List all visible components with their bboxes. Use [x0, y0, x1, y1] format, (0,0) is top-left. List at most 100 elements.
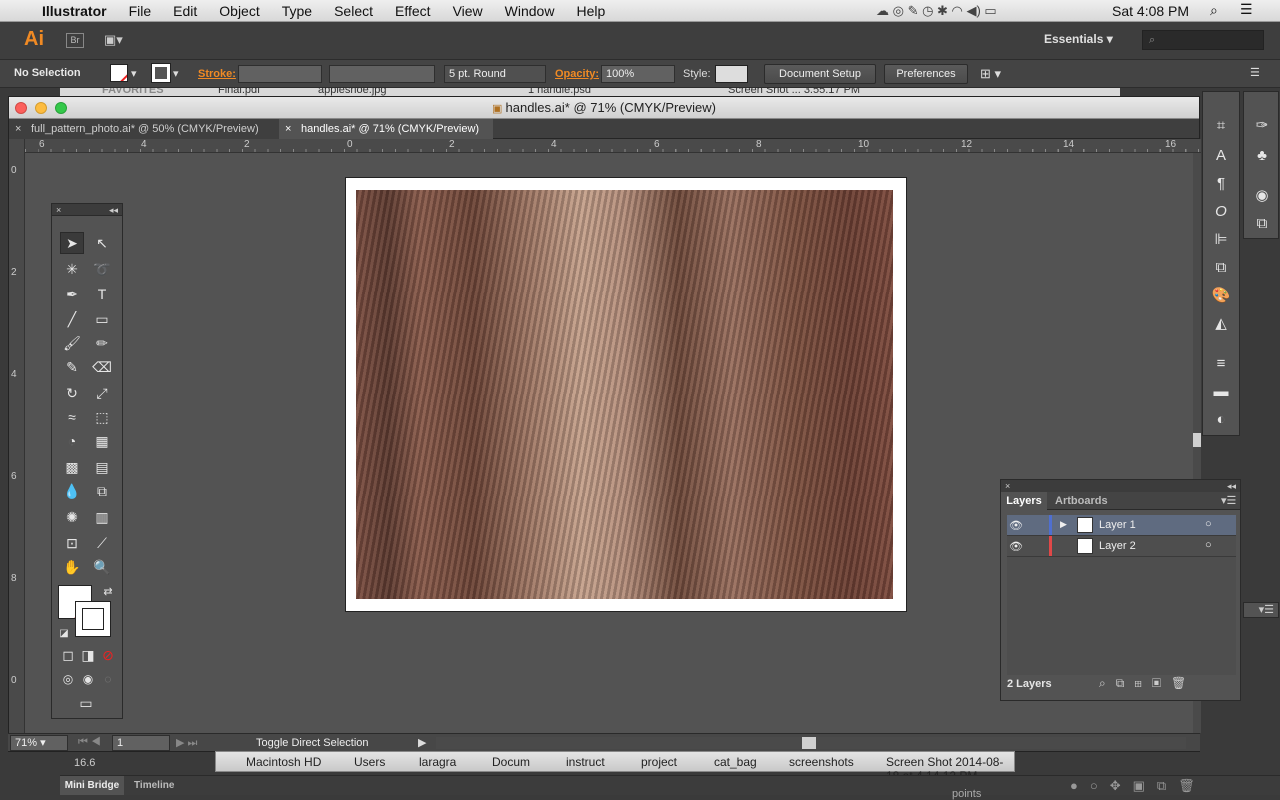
- paintbrush-tool-icon[interactable]: 🖌: [60, 332, 84, 354]
- layer-row[interactable]: 👁 Layer 2 ○: [1007, 536, 1236, 557]
- stroke-weight-field[interactable]: [238, 65, 322, 83]
- status-menu-arrow-icon[interactable]: ▶: [418, 736, 426, 749]
- preferences-button[interactable]: Preferences: [884, 64, 968, 84]
- artboard[interactable]: [345, 177, 907, 612]
- close-button[interactable]: [15, 102, 27, 114]
- workspace-switcher[interactable]: Essentials ▾: [1044, 32, 1113, 46]
- layers-panel-menu-icon[interactable]: ▾☰: [1221, 494, 1236, 507]
- document-setup-button[interactable]: Document Setup: [764, 64, 876, 84]
- stroke-color-box[interactable]: [75, 601, 111, 637]
- layer-name[interactable]: Layer 2: [1099, 540, 1136, 552]
- layers-panel-header[interactable]: × ◂◂: [1001, 480, 1240, 492]
- path-item[interactable]: instruct: [566, 755, 605, 769]
- zoom-tool-icon[interactable]: 🔍: [90, 556, 114, 578]
- arrange-documents-icon[interactable]: ▣▾: [104, 32, 130, 48]
- status-text[interactable]: Toggle Direct Selection: [256, 737, 369, 749]
- align-icon[interactable]: ⊫: [1209, 228, 1233, 250]
- tab-layers[interactable]: Layers: [1001, 492, 1047, 510]
- menu-type[interactable]: Type: [282, 3, 312, 19]
- opacity-field[interactable]: 100%: [601, 65, 675, 83]
- appearance-icon[interactable]: ◉: [1250, 184, 1274, 206]
- opentype-icon[interactable]: O: [1209, 200, 1233, 222]
- stroke-icon[interactable]: ≡: [1209, 352, 1233, 374]
- symbol-sprayer-tool-icon[interactable]: ✺: [60, 506, 84, 528]
- eraser-tool-icon[interactable]: ⌫: [90, 356, 114, 378]
- opacity-label[interactable]: Opacity:: [555, 68, 599, 80]
- path-item[interactable]: screenshots: [789, 755, 854, 769]
- brush-definition[interactable]: 5 pt. Round: [444, 65, 546, 83]
- vertical-ruler[interactable]: 0 2 4 6 8 0: [9, 139, 25, 735]
- brushes-icon[interactable]: ✑: [1250, 114, 1274, 136]
- swap-fill-stroke-icon[interactable]: ⇄: [96, 580, 120, 602]
- collapsed-panel[interactable]: ▾☰: [1243, 602, 1279, 618]
- direct-selection-tool-icon[interactable]: ↖: [90, 232, 114, 254]
- perspective-grid-tool-icon[interactable]: ▦: [90, 430, 114, 452]
- hand-tool-icon[interactable]: ✋: [60, 556, 84, 578]
- gradient-panel-icon[interactable]: ▬: [1209, 380, 1233, 402]
- path-item[interactable]: Users: [354, 755, 385, 769]
- zoom-field[interactable]: 71% ▾: [10, 735, 68, 751]
- tab-handles[interactable]: × handles.ai* @ 71% (CMYK/Preview): [279, 119, 493, 139]
- menu-object[interactable]: Object: [219, 3, 259, 19]
- variable-width-profile[interactable]: [329, 65, 435, 83]
- fill-dropdown-icon[interactable]: ▾: [131, 67, 137, 80]
- artboard-number-field[interactable]: 1: [112, 735, 170, 751]
- layer-row[interactable]: 👁 ▶ Layer 1 ○: [1007, 515, 1236, 536]
- arrange-icon[interactable]: ⊞ ▾: [980, 66, 1001, 82]
- color-icon[interactable]: ◭: [1209, 312, 1233, 334]
- menu-select[interactable]: Select: [334, 3, 373, 19]
- scale-tool-icon[interactable]: ⤢: [90, 382, 114, 404]
- notification-icon[interactable]: ☰: [1240, 1, 1253, 18]
- transparency-icon[interactable]: ◐: [1209, 408, 1233, 430]
- path-item[interactable]: cat_bag: [714, 755, 757, 769]
- default-fill-stroke-icon[interactable]: ◪: [52, 622, 76, 644]
- menu-effect[interactable]: Effect: [395, 3, 431, 19]
- menu-view[interactable]: View: [453, 3, 483, 19]
- rectangle-tool-icon[interactable]: ▭: [90, 308, 114, 330]
- blend-tool-icon[interactable]: ⧉: [90, 480, 114, 502]
- scroll-thumb[interactable]: [802, 737, 816, 749]
- free-transform-tool-icon[interactable]: ⬚: [90, 406, 114, 428]
- artboard-nav-first-icon[interactable]: ⏮ ◀: [78, 736, 101, 749]
- visibility-eye-icon[interactable]: 👁: [1009, 519, 1023, 532]
- tab-artboards[interactable]: Artboards: [1055, 492, 1108, 510]
- fill-swatch[interactable]: [110, 64, 128, 82]
- panel-menu-icon[interactable]: ☰: [1250, 66, 1260, 79]
- menu-window[interactable]: Window: [505, 3, 555, 19]
- none-mode-icon[interactable]: ⊘: [96, 644, 120, 666]
- app-menu[interactable]: Illustrator: [42, 3, 107, 19]
- width-tool-icon[interactable]: ≈: [60, 406, 84, 428]
- stroke-swatch[interactable]: [151, 63, 171, 83]
- character-icon[interactable]: A: [1209, 144, 1233, 166]
- tab-close-icon[interactable]: ×: [15, 119, 21, 139]
- expand-arrow-icon[interactable]: ▶: [1060, 519, 1067, 530]
- target-circle-icon[interactable]: ○: [1205, 518, 1212, 530]
- horizontal-ruler[interactable]: 6 4 2 0 2 4 6 8 10 12 14 16: [25, 139, 1201, 153]
- lasso-tool-icon[interactable]: ➰: [90, 258, 114, 280]
- minimize-button[interactable]: [35, 102, 47, 114]
- menu-help[interactable]: Help: [576, 3, 605, 19]
- tools-panel-header[interactable]: × ◂◂: [52, 204, 122, 216]
- mesh-tool-icon[interactable]: ▩: [60, 456, 84, 478]
- line-tool-icon[interactable]: ╱: [60, 308, 84, 330]
- bottom-panel-icons[interactable]: ●○✥▣⧉🗑: [1070, 778, 1207, 794]
- path-item[interactable]: Macintosh HD: [246, 755, 321, 769]
- stroke-dropdown-icon[interactable]: ▾: [173, 67, 179, 80]
- blob-brush-tool-icon[interactable]: ✎: [60, 356, 84, 378]
- gradient-tool-icon[interactable]: ▤: [90, 456, 114, 478]
- style-swatch[interactable]: [715, 65, 748, 83]
- tab-full-pattern-photo[interactable]: × full_pattern_photo.ai* @ 50% (CMYK/Pre…: [9, 119, 279, 139]
- tab-mini-bridge[interactable]: Mini Bridge: [60, 776, 124, 795]
- tab-close-icon[interactable]: ×: [285, 119, 291, 139]
- artboard-nav-last-icon[interactable]: ▶ ⏭: [176, 736, 197, 750]
- layers-footer-icons[interactable]: ⌕⧉⊞▣🗑: [1099, 676, 1196, 691]
- bridge-button[interactable]: Br: [66, 33, 84, 48]
- path-item[interactable]: Docum: [492, 755, 530, 769]
- screen-mode-icon[interactable]: ▭: [74, 692, 98, 714]
- menu-edit[interactable]: Edit: [173, 3, 197, 19]
- eyedropper-tool-icon[interactable]: 💧: [60, 480, 84, 502]
- magic-wand-tool-icon[interactable]: ✳: [60, 258, 84, 280]
- pencil-tool-icon[interactable]: ✏: [90, 332, 114, 354]
- status-icons[interactable]: ☁ ◎ ✎ ◷ ✱ ◠ ◀) ▭: [876, 3, 997, 19]
- horizontal-scrollbar[interactable]: [436, 737, 1186, 749]
